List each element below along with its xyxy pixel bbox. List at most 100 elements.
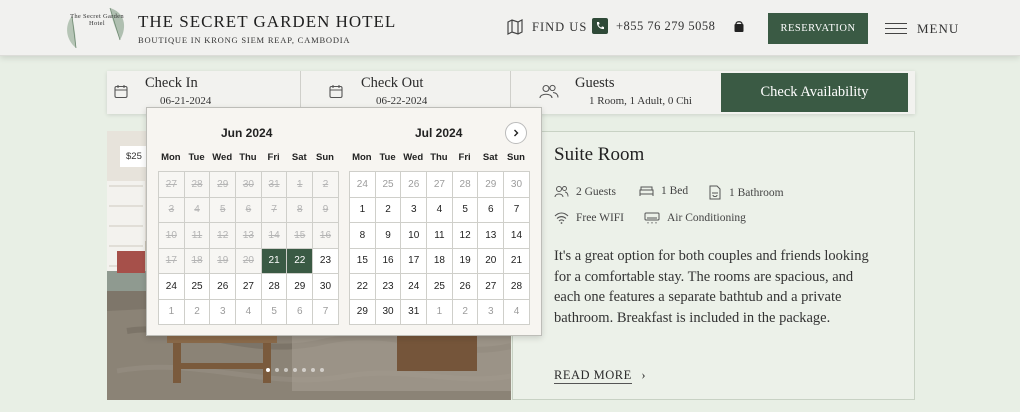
day-cell[interactable]: 17 (401, 248, 428, 274)
day-cell[interactable]: 29 (350, 299, 376, 325)
day-cell[interactable]: 22 (350, 274, 376, 300)
check-in-value: 06-21-2024 (160, 95, 212, 107)
day-cell[interactable]: 27 (478, 274, 505, 300)
amenity-guests-label: 2 Guests (576, 185, 616, 198)
disabled-day-cell: 27 (159, 172, 185, 198)
day-cell[interactable]: 29 (287, 274, 314, 300)
day-cell[interactable]: 8 (350, 223, 376, 249)
check-out-value: 06-22-2024 (376, 95, 428, 107)
day-cell[interactable]: 31 (401, 299, 428, 325)
day-cell[interactable]: 21 (504, 248, 530, 274)
day-cell[interactable]: 11 (427, 223, 453, 249)
disabled-day-cell: 6 (236, 197, 262, 223)
day-cell[interactable]: 23 (313, 248, 339, 274)
day-cell[interactable]: 23 (375, 274, 402, 300)
day-cell[interactable]: 25 (375, 172, 402, 198)
brand[interactable]: THE SECRET GARDEN HOTEL BOUTIQUE IN KRON… (138, 12, 396, 45)
bathroom-icon (709, 185, 721, 200)
day-cell[interactable]: 26 (210, 274, 237, 300)
day-cell[interactable]: 1 (350, 197, 376, 223)
disabled-day-cell: 4 (184, 197, 211, 223)
disabled-day-cell: 2 (313, 172, 339, 198)
day-cell[interactable]: 30 (375, 299, 402, 325)
day-cell[interactable]: 25 (184, 274, 211, 300)
day-cell[interactable]: 28 (261, 274, 288, 300)
phone-link[interactable]: +855 76 279 5058 (592, 18, 715, 34)
day-cell[interactable]: 16 (375, 248, 402, 274)
day-cell[interactable]: 18 (427, 248, 453, 274)
day-cell[interactable]: 3 (478, 299, 505, 325)
selected-day-cell[interactable]: 21 (261, 248, 288, 274)
day-cell[interactable]: 3 (401, 197, 428, 223)
day-cell[interactable]: 10 (401, 223, 428, 249)
carousel-dot[interactable] (302, 368, 306, 372)
day-cell[interactable]: 2 (452, 299, 479, 325)
day-cell[interactable]: 7 (313, 299, 339, 325)
day-cell[interactable]: 4 (236, 299, 262, 325)
carousel-dot[interactable] (284, 368, 288, 372)
day-cell[interactable]: 30 (504, 172, 530, 198)
calendar-grid-june: 27 28 29 30 31 1 2 3 4 5 6 7 8 9 10 11 12 13 14 15 16 17 18 19 2… (158, 171, 339, 325)
day-cell[interactable]: 26 (401, 172, 428, 198)
day-cell[interactable]: 9 (375, 223, 402, 249)
day-cell[interactable]: 28 (452, 172, 479, 198)
day-cell[interactable]: 3 (210, 299, 237, 325)
weekday-label: Wed (403, 152, 424, 163)
carousel-dot[interactable] (311, 368, 315, 372)
day-cell[interactable]: 6 (478, 197, 505, 223)
read-more-link[interactable]: READ MORE › (554, 368, 646, 384)
find-us-link[interactable]: FIND US (506, 18, 587, 36)
day-cell[interactable]: 2 (184, 299, 211, 325)
amenity-wifi-label: Free WIFI (576, 212, 625, 224)
carousel-dot[interactable] (275, 368, 279, 372)
day-cell[interactable]: 25 (427, 274, 453, 300)
carousel-dot[interactable] (320, 368, 324, 372)
day-cell[interactable]: 4 (427, 197, 453, 223)
date-picker-popup: Jun 2024 Jul 2024 Mon Tue Wed Thu Fri Sat Sun … (146, 107, 542, 336)
disabled-day-cell: 28 (184, 172, 211, 198)
day-cell[interactable]: 24 (401, 274, 428, 300)
next-month-button[interactable] (505, 122, 527, 144)
selected-day-cell[interactable]: 22 (287, 248, 314, 274)
guests-icon (539, 84, 559, 99)
disabled-day-cell: 1 (287, 172, 314, 198)
disabled-day-cell: 18 (184, 248, 211, 274)
day-cell[interactable]: 12 (452, 223, 479, 249)
day-cell[interactable]: 19 (452, 248, 479, 274)
day-cell[interactable]: 27 (236, 274, 262, 300)
guests-label: Guests (575, 75, 615, 91)
day-cell[interactable]: 13 (478, 223, 505, 249)
day-cell[interactable]: 20 (478, 248, 505, 274)
carousel-dot[interactable] (266, 368, 270, 372)
day-cell[interactable]: 5 (452, 197, 479, 223)
day-cell[interactable]: 4 (504, 299, 530, 325)
carousel-dot[interactable] (293, 368, 297, 372)
day-cell[interactable]: 26 (452, 274, 479, 300)
day-cell[interactable]: 24 (159, 274, 185, 300)
day-cell[interactable]: 5 (261, 299, 288, 325)
weekday-label: Fri (458, 152, 471, 163)
reservation-button[interactable]: RESERVATION (768, 13, 868, 44)
day-cell[interactable]: 14 (504, 223, 530, 249)
day-cell[interactable]: 2 (375, 197, 402, 223)
day-cell[interactable]: 7 (504, 197, 530, 223)
day-cell[interactable]: 6 (287, 299, 314, 325)
site-header: The Secret Garden Hotel THE SECRET GARDE… (0, 0, 1020, 56)
day-cell[interactable]: 24 (350, 172, 376, 198)
room-title: Suite Room (554, 144, 645, 165)
air-conditioner-icon (644, 212, 660, 224)
check-availability-button[interactable]: Check Availability (721, 73, 908, 112)
hotel-logo[interactable]: The Secret Garden Hotel (62, 4, 132, 52)
disabled-day-cell: 17 (159, 248, 185, 274)
day-cell[interactable]: 27 (427, 172, 453, 198)
day-cell[interactable]: 29 (478, 172, 505, 198)
day-cell[interactable]: 1 (159, 299, 185, 325)
day-cell[interactable]: 30 (313, 274, 339, 300)
disabled-day-cell: 20 (236, 248, 262, 274)
shopping-bag-icon[interactable] (733, 20, 745, 33)
menu-button[interactable]: MENU (885, 19, 959, 38)
day-cell[interactable]: 28 (504, 274, 530, 300)
weekday-label: Tue (188, 152, 205, 163)
day-cell[interactable]: 1 (427, 299, 453, 325)
day-cell[interactable]: 15 (350, 248, 376, 274)
